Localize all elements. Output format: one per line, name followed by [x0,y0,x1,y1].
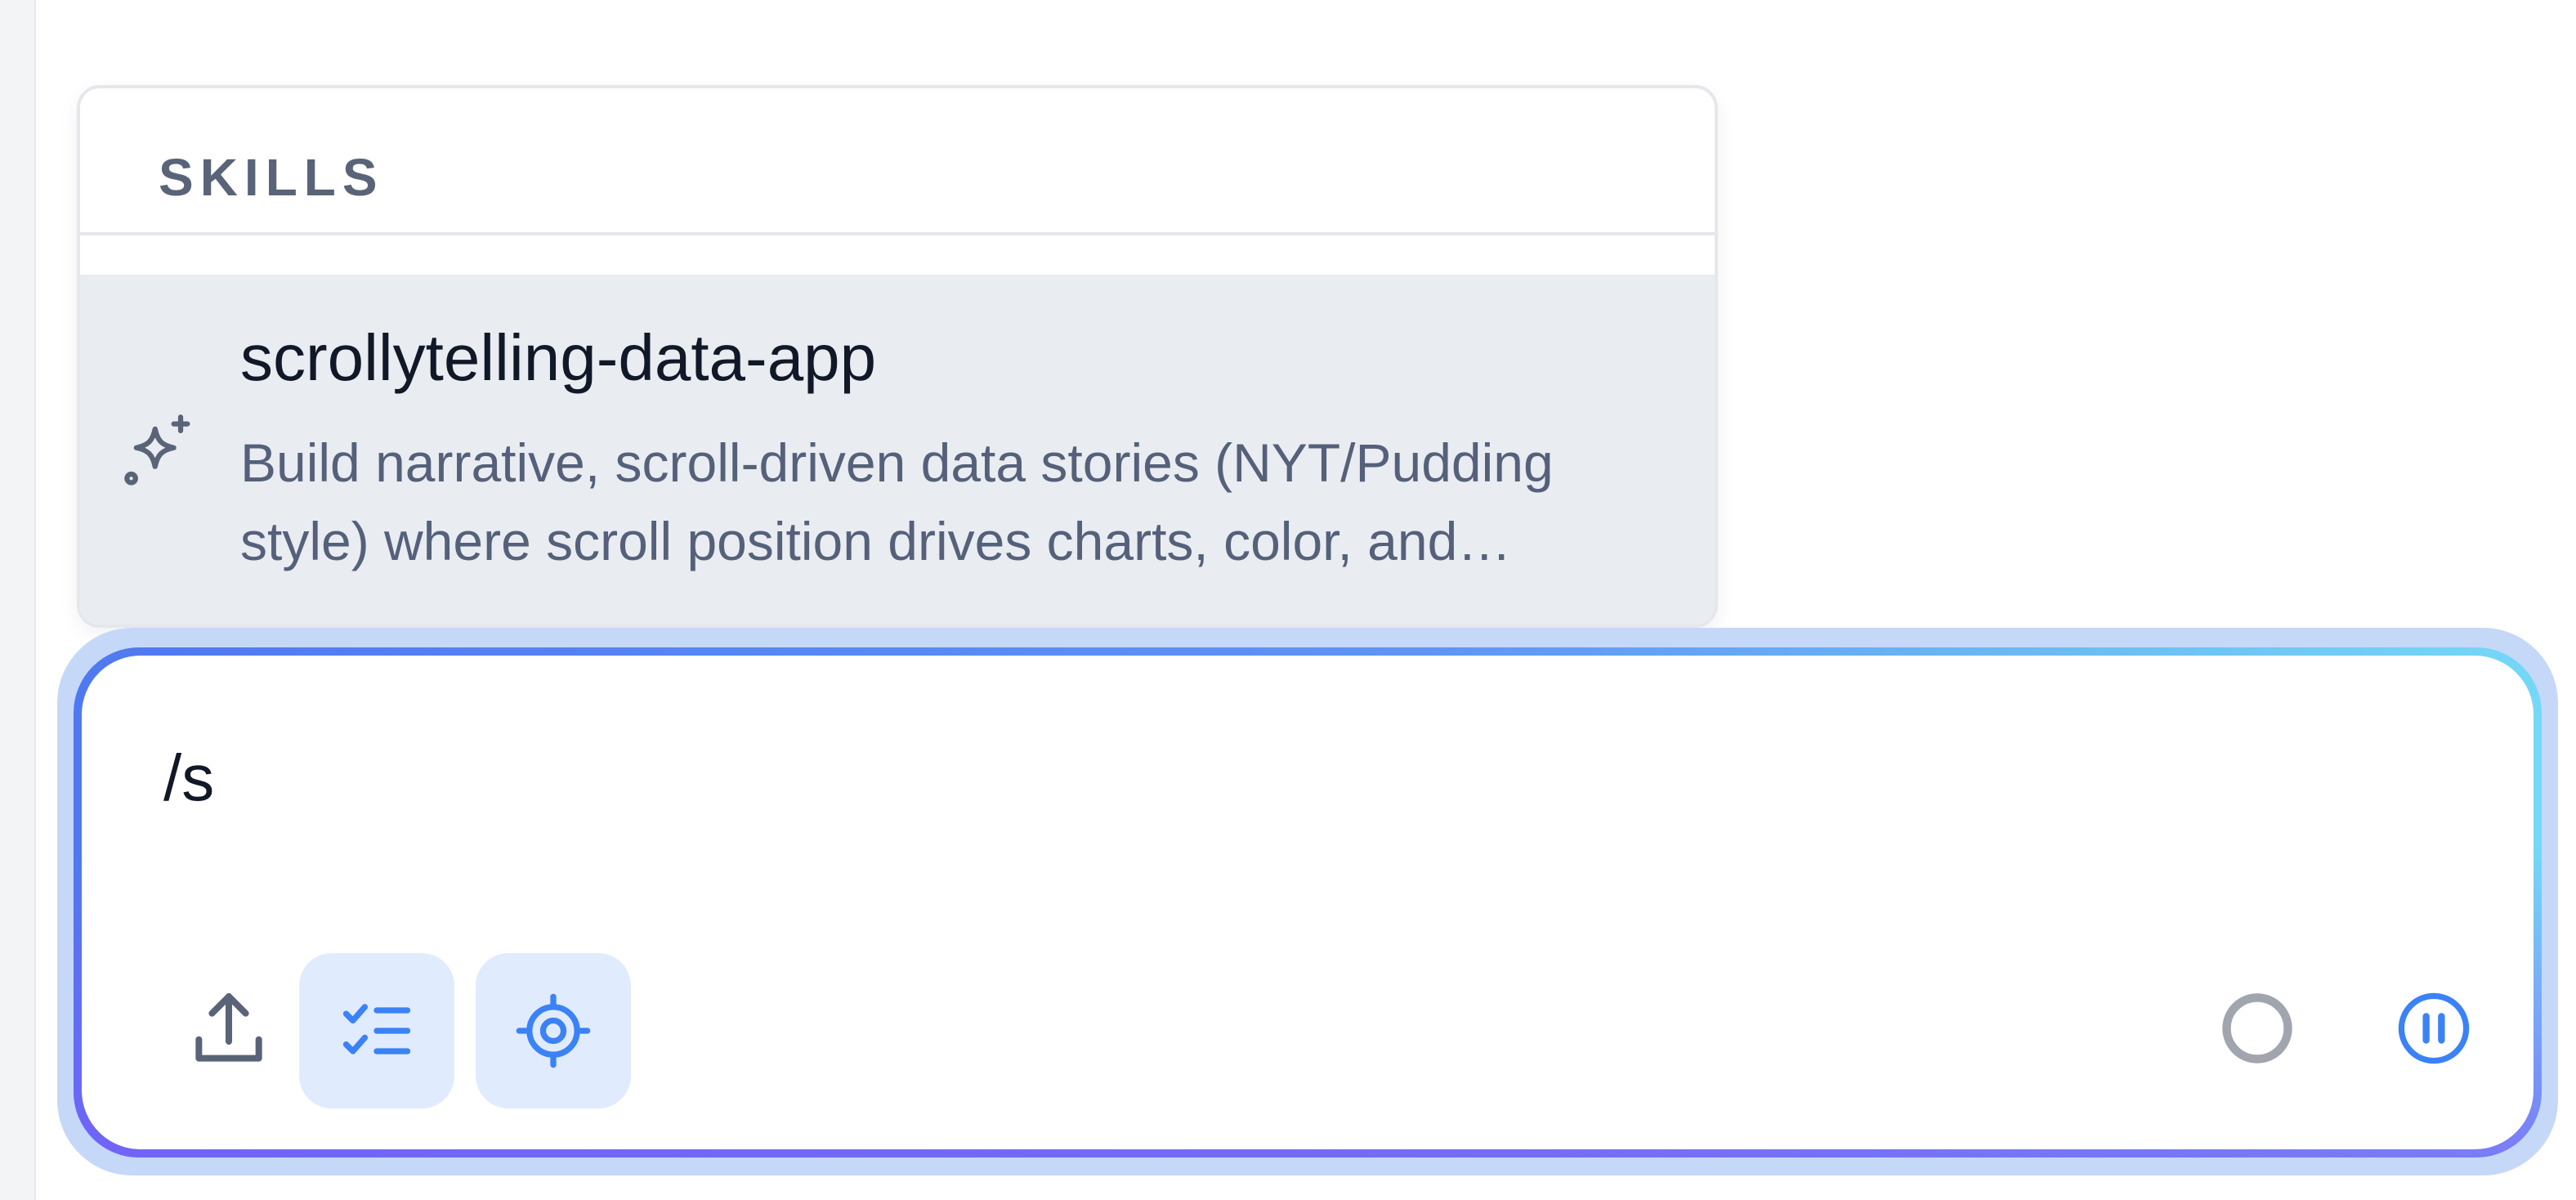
pause-button[interactable] [2352,947,2516,1110]
checklist-icon [342,1004,411,1054]
tasks-button[interactable] [299,953,454,1108]
circle-icon [2222,993,2292,1063]
skill-title: scrollytelling-data-app [240,321,877,394]
upload-icon [195,993,262,1062]
sparkles-icon [119,275,201,625]
upload-button[interactable] [147,947,311,1110]
skills-header: SKILLS [80,88,1715,235]
composer [82,656,2534,1149]
prompt-input[interactable] [163,721,2452,835]
skills-header-label: SKILLS [159,148,384,207]
skill-description: Build narrative, scroll-driven data stor… [240,432,1554,571]
pause-icon [2398,992,2470,1064]
skills-popup: SKILLS scrollytelling-data-app Build nar… [77,85,1718,628]
target-button[interactable] [476,953,631,1108]
status-button[interactable] [2176,947,2339,1110]
left-rail [0,0,36,1200]
skill-item[interactable]: scrollytelling-data-app Build narrative,… [80,275,1715,625]
target-icon [516,993,591,1068]
